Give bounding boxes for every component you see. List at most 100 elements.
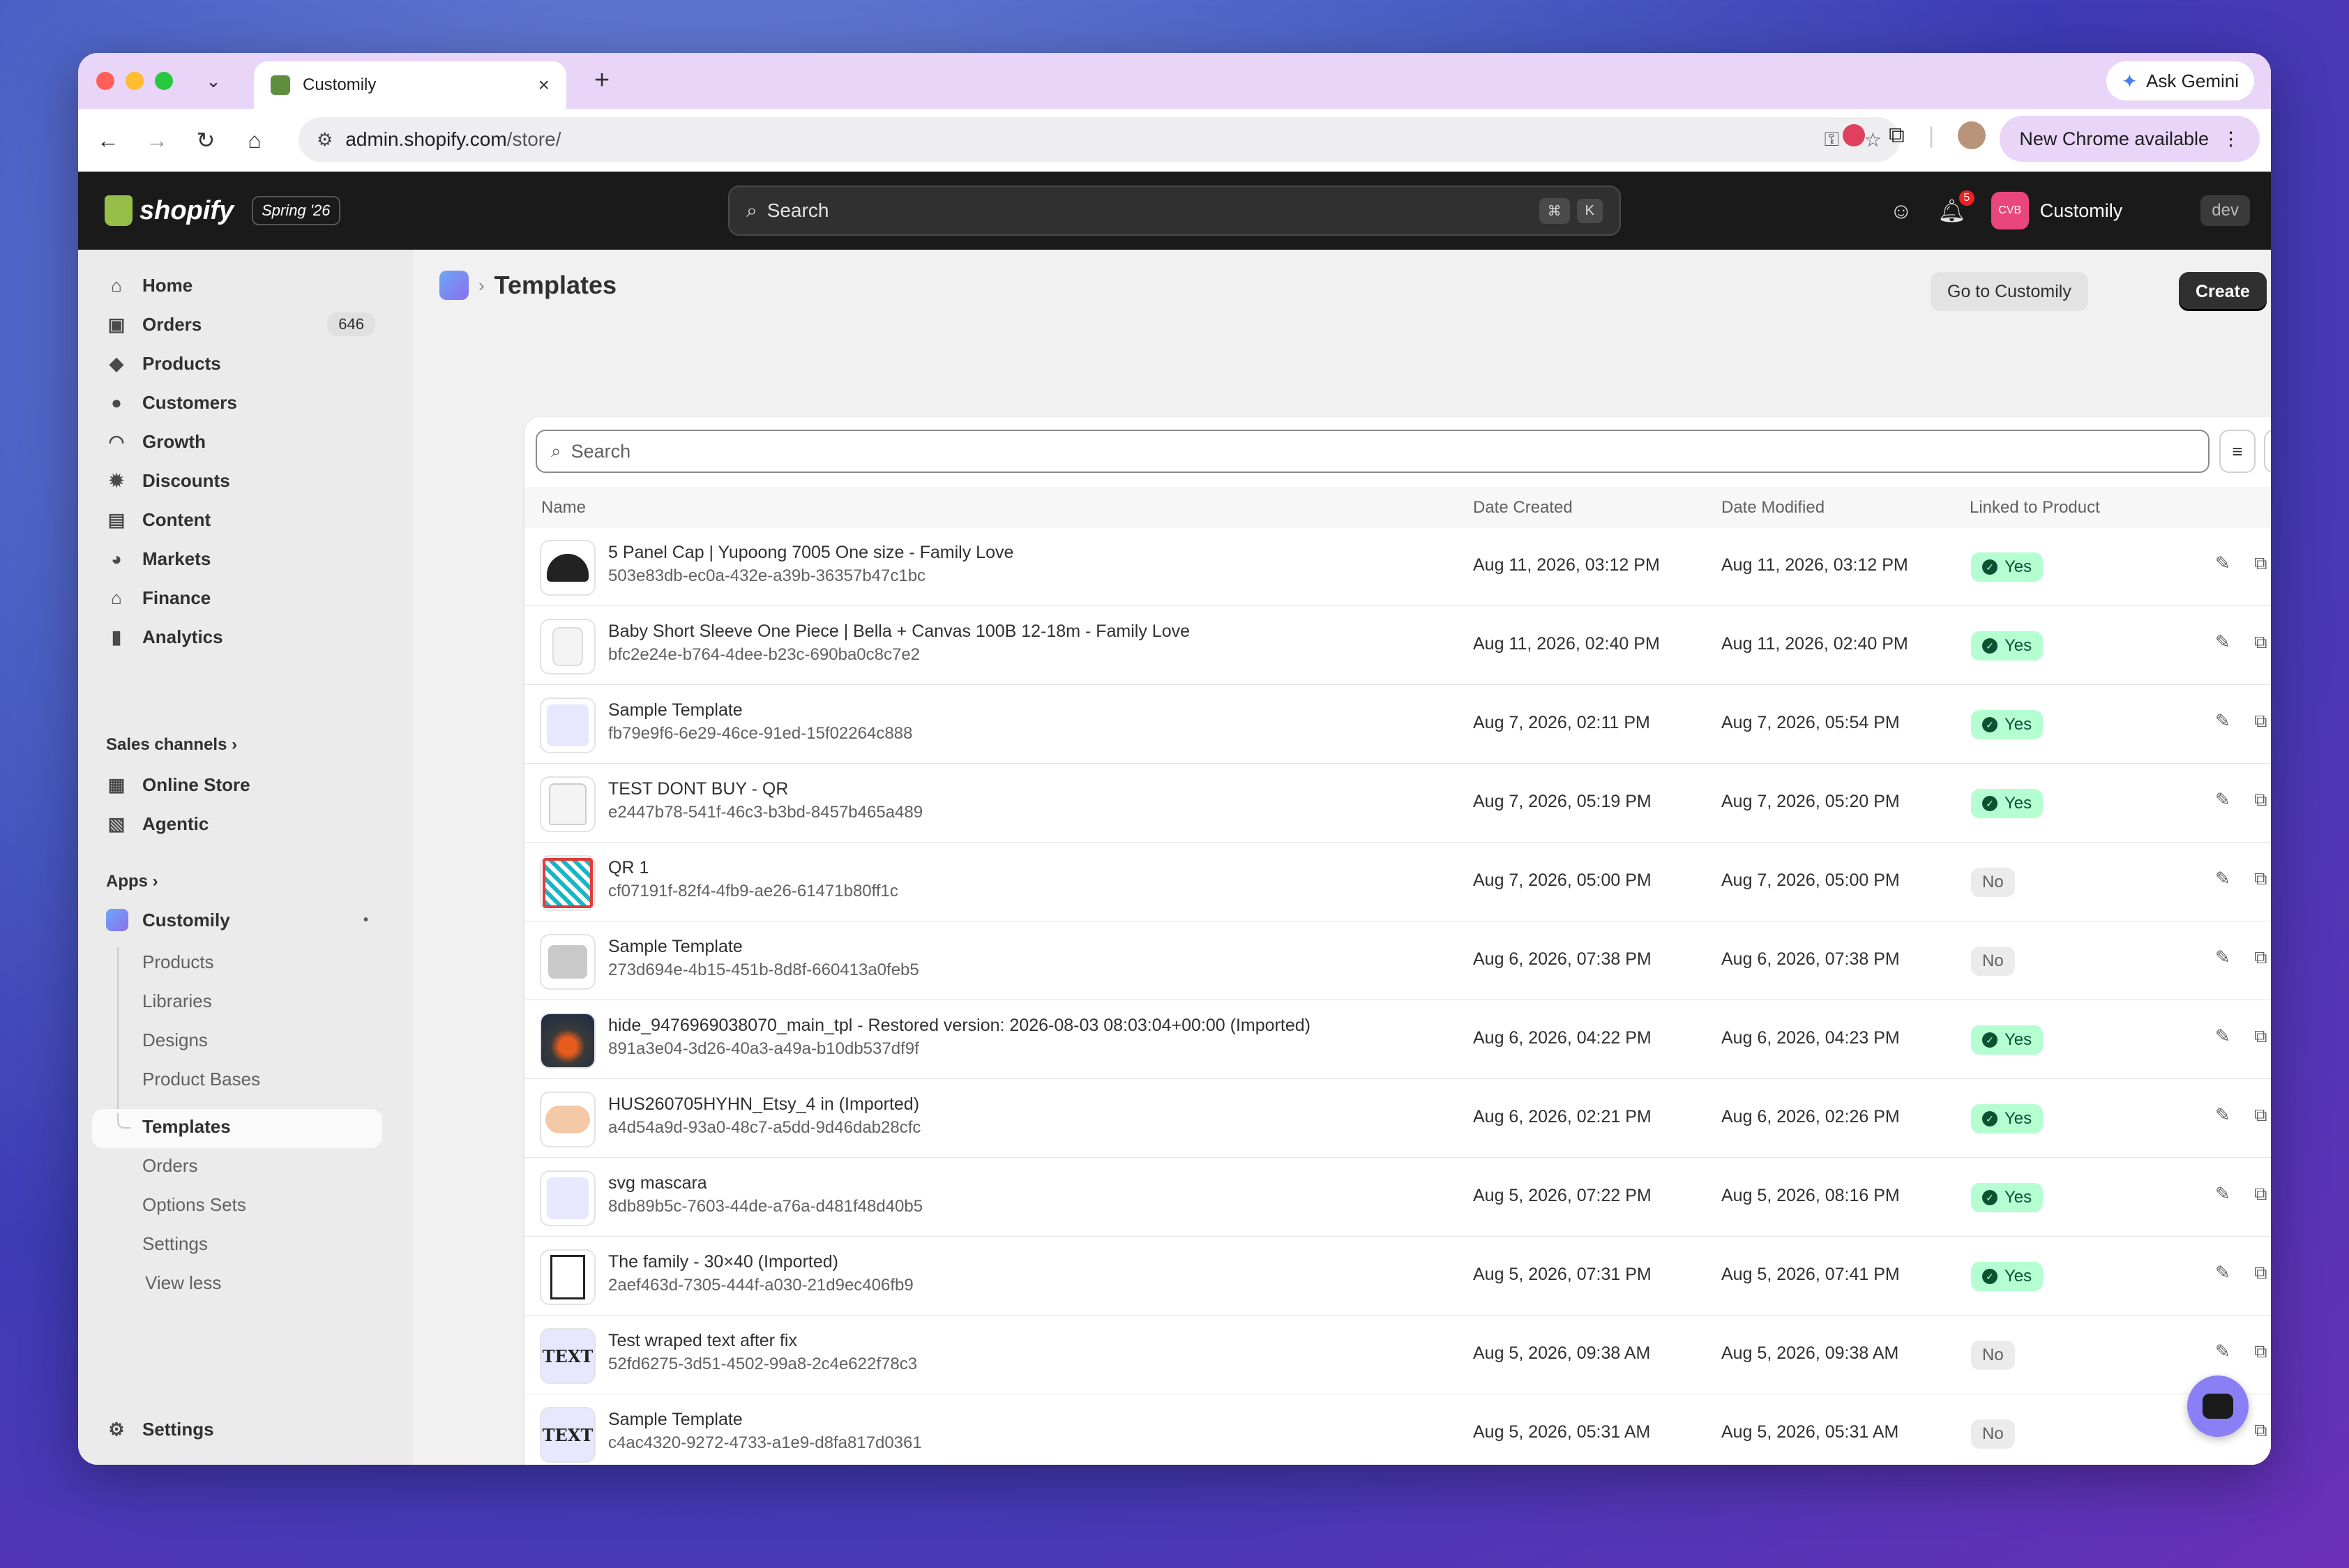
template-name[interactable]: Sample Template bbox=[608, 1410, 743, 1430]
store-name[interactable]: Customily bbox=[2040, 200, 2123, 222]
ask-gemini-button[interactable]: ✦ Ask Gemini bbox=[2106, 61, 2254, 100]
table-row[interactable]: svg mascara 8db89b5c-7603-44de-a76a-d481… bbox=[524, 1158, 2271, 1237]
home-icon[interactable]: ⌂ bbox=[230, 128, 279, 153]
edit-pencil-icon[interactable]: ✎ bbox=[2215, 631, 2230, 653]
close-window-button[interactable] bbox=[96, 72, 114, 90]
sidebar-item-growth[interactable]: ◠ Growth bbox=[92, 423, 382, 460]
template-thumbnail[interactable] bbox=[540, 540, 596, 596]
shopify-search-input[interactable]: ⌕ Search ⌘ K bbox=[728, 186, 1621, 236]
chat-support-button[interactable] bbox=[2187, 1375, 2249, 1437]
forward-arrow-icon[interactable]: → bbox=[133, 128, 181, 153]
duplicate-icon[interactable]: ⧉ bbox=[2254, 552, 2267, 575]
templates-search-input[interactable]: ⌕ Search bbox=[536, 430, 2210, 473]
edit-pencil-icon[interactable]: ✎ bbox=[2215, 789, 2230, 811]
browser-tab[interactable]: Customily × bbox=[254, 61, 566, 109]
duplicate-icon[interactable]: ⧉ bbox=[2254, 1341, 2267, 1363]
edit-pencil-icon[interactable]: ✎ bbox=[2215, 710, 2230, 732]
url-text[interactable]: admin.shopify.com/store/ bbox=[345, 128, 1799, 151]
tab-close-icon[interactable]: × bbox=[538, 74, 550, 96]
minimize-window-button[interactable] bbox=[126, 72, 144, 90]
template-thumbnail[interactable] bbox=[540, 698, 596, 753]
sidebar-item-customily[interactable]: Customily • bbox=[92, 901, 382, 939]
table-row[interactable]: TEXT Sample Template c4ac4320-9272-4733-… bbox=[524, 1394, 2271, 1465]
duplicate-icon[interactable]: ⧉ bbox=[2254, 1419, 2267, 1442]
duplicate-icon[interactable]: ⧉ bbox=[2254, 868, 2267, 890]
new-chrome-button[interactable]: New Chrome available ⋮ bbox=[2000, 116, 2260, 162]
sidebar-item-customers[interactable]: ● Customers bbox=[92, 384, 382, 421]
edit-pencil-icon[interactable]: ✎ bbox=[2215, 1025, 2230, 1047]
edit-pencil-icon[interactable]: ✎ bbox=[2215, 1183, 2230, 1205]
template-name[interactable]: TEST DONT BUY - QR bbox=[608, 779, 788, 799]
sidekick-icon[interactable]: ☺ bbox=[1889, 198, 1912, 224]
maximize-window-button[interactable] bbox=[155, 72, 173, 90]
sidebar-item-discounts[interactable]: ✹ Discounts bbox=[92, 462, 382, 499]
sidebar-sub-product-bases[interactable]: Product Bases bbox=[142, 1069, 260, 1090]
sidebar-item-analytics[interactable]: ▮ Analytics bbox=[92, 618, 382, 656]
sidebar-item-content[interactable]: ▤ Content bbox=[92, 501, 382, 538]
duplicate-icon[interactable]: ⧉ bbox=[2254, 1104, 2267, 1126]
duplicate-icon[interactable]: ⧉ bbox=[2254, 1025, 2267, 1048]
back-arrow-icon[interactable]: ← bbox=[84, 128, 133, 153]
template-thumbnail[interactable] bbox=[540, 776, 596, 832]
edit-pencil-icon[interactable]: ✎ bbox=[2215, 1341, 2230, 1362]
sidebar-item-orders[interactable]: ▣ Orders 646 bbox=[92, 306, 382, 343]
template-thumbnail[interactable]: TEXT bbox=[540, 1407, 596, 1463]
sidebar-view-less[interactable]: View less bbox=[145, 1272, 221, 1294]
edit-pencil-icon[interactable]: ✎ bbox=[2215, 552, 2230, 574]
sidebar-sub-templates[interactable]: Templates bbox=[142, 1116, 231, 1138]
sidebar-sub-designs[interactable]: Designs bbox=[142, 1030, 208, 1051]
duplicate-icon[interactable]: ⧉ bbox=[2254, 1183, 2267, 1205]
col-name[interactable]: Name bbox=[541, 498, 586, 518]
table-row[interactable]: QR 1 cf07191f-82f4-4fb9-ae26-61471b80ff1… bbox=[524, 843, 2271, 921]
template-thumbnail[interactable] bbox=[540, 619, 596, 674]
shopify-logo[interactable]: shopify Spring '26 bbox=[105, 195, 340, 226]
sidebar-item-settings[interactable]: ⚙ Settings bbox=[92, 1410, 382, 1448]
go-to-customily-button[interactable]: Go to Customily bbox=[1931, 272, 2088, 311]
sort-icon[interactable]: ⇅ bbox=[2264, 430, 2271, 473]
table-row[interactable]: 5 Panel Cap | Yupoong 7005 One size - Fa… bbox=[524, 527, 2271, 606]
template-name[interactable]: svg mascara bbox=[608, 1173, 707, 1193]
template-thumbnail[interactable] bbox=[540, 1013, 596, 1069]
template-name[interactable]: QR 1 bbox=[608, 858, 649, 878]
col-date-modified[interactable]: Date Modified bbox=[1721, 498, 1825, 518]
template-thumbnail[interactable] bbox=[540, 1092, 596, 1147]
new-tab-icon[interactable]: + bbox=[594, 66, 610, 96]
store-avatar[interactable]: CVB bbox=[1991, 192, 2029, 229]
table-row[interactable]: The family - 30×40 (Imported) 2aef463d-7… bbox=[524, 1237, 2271, 1316]
template-name[interactable]: 5 Panel Cap | Yupoong 7005 One size - Fa… bbox=[608, 543, 1013, 563]
password-key-icon[interactable]: ⚿ bbox=[1825, 128, 1839, 151]
template-name[interactable]: The family - 30×40 (Imported) bbox=[608, 1252, 838, 1272]
table-row[interactable]: Baby Short Sleeve One Piece | Bella + Ca… bbox=[524, 606, 2271, 685]
duplicate-icon[interactable]: ⧉ bbox=[2254, 710, 2267, 732]
sidebar-sub-orders[interactable]: Orders bbox=[142, 1155, 197, 1177]
sidebar-item-markets[interactable]: ◕ Markets bbox=[92, 540, 382, 578]
template-thumbnail[interactable] bbox=[540, 1249, 596, 1305]
col-date-created[interactable]: Date Created bbox=[1473, 498, 1573, 518]
template-thumbnail[interactable] bbox=[540, 934, 596, 990]
sidebar-item-finance[interactable]: ⌂ Finance bbox=[92, 579, 382, 617]
filter-icon[interactable]: ≡ bbox=[2219, 430, 2256, 473]
template-thumbnail[interactable] bbox=[540, 855, 596, 911]
table-row[interactable]: TEXT Test wraped text after fix 52fd6275… bbox=[524, 1316, 2271, 1394]
edit-pencil-icon[interactable]: ✎ bbox=[2215, 947, 2230, 968]
extension-icon[interactable] bbox=[1843, 124, 1865, 146]
template-thumbnail[interactable]: TEXT bbox=[540, 1328, 596, 1384]
notifications-bell-icon[interactable]: 🔔︎ 5 bbox=[1938, 190, 1974, 224]
edit-pencil-icon[interactable]: ✎ bbox=[2215, 1262, 2230, 1283]
table-row[interactable]: Sample Template fb79e9f6-6e29-46ce-91ed-… bbox=[524, 685, 2271, 764]
sidebar-item-agentic[interactable]: ▧ Agentic bbox=[92, 805, 382, 843]
template-name[interactable]: HUS260705HYHN_Etsy_4 in (Imported) bbox=[608, 1094, 919, 1115]
sidebar-sub-libraries[interactable]: Libraries bbox=[142, 990, 212, 1012]
duplicate-icon[interactable]: ⧉ bbox=[2254, 789, 2267, 811]
table-row[interactable]: Sample Template 273d694e-4b15-451b-8d8f-… bbox=[524, 921, 2271, 1000]
sidebar-item-home[interactable]: ⌂ Home bbox=[92, 266, 382, 304]
template-name[interactable]: hide_9476969038070_main_tpl - Restored v… bbox=[608, 1016, 1311, 1036]
template-name[interactable]: Baby Short Sleeve One Piece | Bella + Ca… bbox=[608, 621, 1190, 642]
table-row[interactable]: TEST DONT BUY - QR e2447b78-541f-46c3-b3… bbox=[524, 764, 2271, 843]
apps-heading[interactable]: Apps › bbox=[106, 872, 158, 891]
tab-search-dropdown-icon[interactable]: ⌄ bbox=[199, 70, 227, 92]
duplicate-icon[interactable]: ⧉ bbox=[2254, 631, 2267, 654]
reload-icon[interactable]: ↻ bbox=[181, 127, 230, 153]
table-row[interactable]: HUS260705HYHN_Etsy_4 in (Imported) a4d54… bbox=[524, 1079, 2271, 1158]
template-name[interactable]: Test wraped text after fix bbox=[608, 1331, 797, 1351]
